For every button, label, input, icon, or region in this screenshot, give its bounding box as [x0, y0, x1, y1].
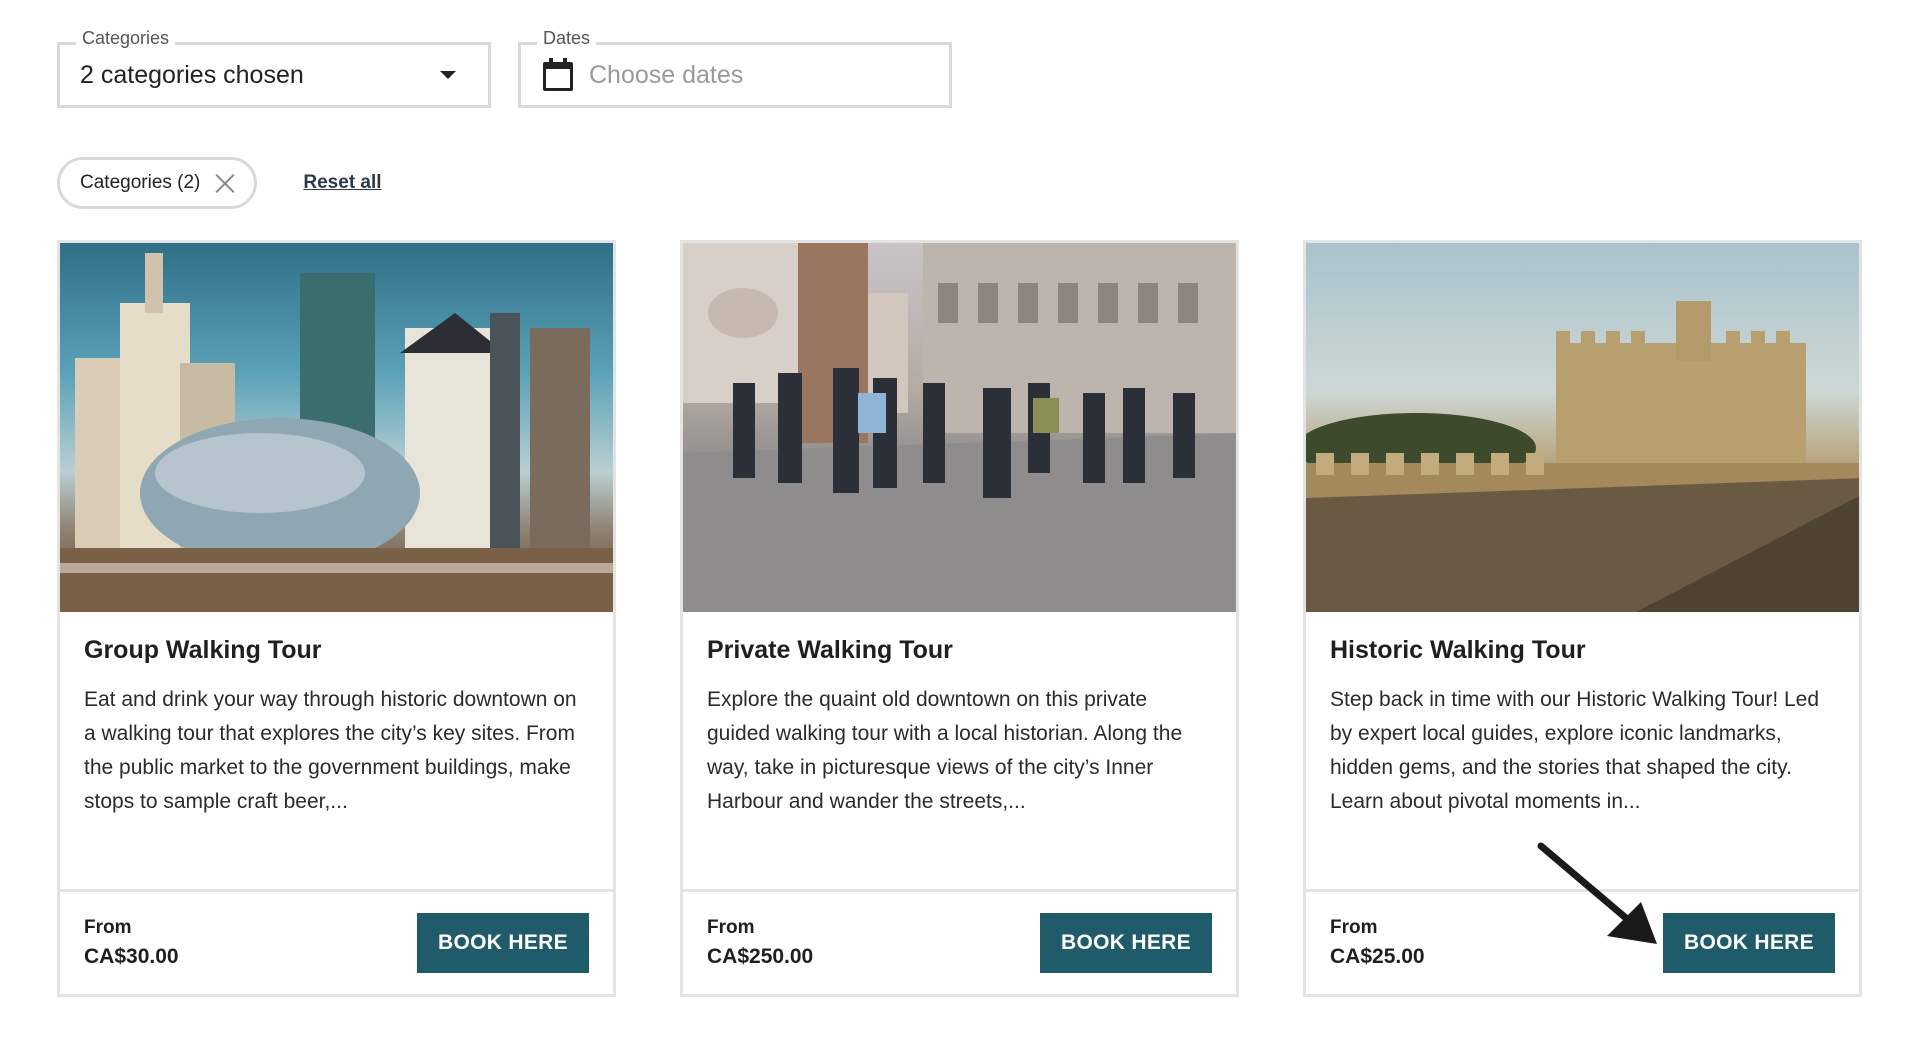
- categories-chip[interactable]: Categories (2): [57, 157, 258, 209]
- close-icon[interactable]: [214, 172, 236, 194]
- categories-legend: Categories: [76, 28, 176, 49]
- book-here-button[interactable]: BOOK HERE: [417, 913, 589, 973]
- book-here-button[interactable]: BOOK HERE: [1663, 913, 1835, 973]
- dates-placeholder: Choose dates: [589, 60, 744, 89]
- card-footer: From CA$250.00 BOOK HERE: [683, 889, 1236, 994]
- card-description: Explore the quaint old downtown on this …: [707, 688, 1183, 813]
- categories-value: 2 categories chosen: [80, 60, 304, 89]
- from-label: From: [84, 917, 132, 938]
- filter-bar: Categories 2 categories chosen Dates Cho…: [57, 28, 952, 108]
- price-block: From CA$25.00: [1330, 917, 1425, 969]
- tour-image-castle-wall: [1306, 243, 1859, 612]
- tour-image-piazza-group: [683, 243, 1236, 612]
- categories-select[interactable]: Categories 2 categories chosen: [57, 28, 491, 108]
- dates-picker[interactable]: Dates Choose dates: [518, 28, 952, 108]
- from-label: From: [1330, 917, 1378, 938]
- tour-image-city-bean: [60, 243, 613, 612]
- book-here-button[interactable]: BOOK HERE: [1040, 913, 1212, 973]
- card-content: Private Walking Tour Explore the quaint …: [683, 612, 1236, 889]
- price-amount: CA$25.00: [1330, 945, 1425, 968]
- price-amount: CA$30.00: [84, 945, 179, 968]
- price-block: From CA$30.00: [84, 917, 179, 969]
- calendar-icon: [541, 58, 575, 92]
- price-amount: CA$250.00: [707, 945, 814, 968]
- active-filters: Categories (2) Reset all: [57, 157, 382, 209]
- dates-legend: Dates: [537, 28, 597, 49]
- tour-card: Group Walking Tour Eat and drink your wa…: [57, 240, 616, 997]
- card-description: Step back in time with our Historic Walk…: [1330, 688, 1820, 813]
- card-title: Group Walking Tour: [84, 636, 322, 664]
- reset-all-link[interactable]: Reset all: [303, 172, 381, 194]
- arrow-pointer-icon: [1537, 842, 1657, 944]
- card-title: Private Walking Tour: [707, 636, 953, 664]
- caret-down-icon: [440, 71, 456, 79]
- card-title: Historic Walking Tour: [1330, 636, 1586, 664]
- card-content: Group Walking Tour Eat and drink your wa…: [60, 612, 613, 889]
- from-label: From: [707, 917, 755, 938]
- card-description: Eat and drink your way through historic …: [84, 688, 577, 813]
- categories-chip-label: Categories (2): [80, 172, 201, 193]
- price-block: From CA$250.00: [707, 917, 813, 969]
- tour-card: Private Walking Tour Explore the quaint …: [680, 240, 1239, 997]
- card-footer: From CA$30.00 BOOK HERE: [60, 889, 613, 994]
